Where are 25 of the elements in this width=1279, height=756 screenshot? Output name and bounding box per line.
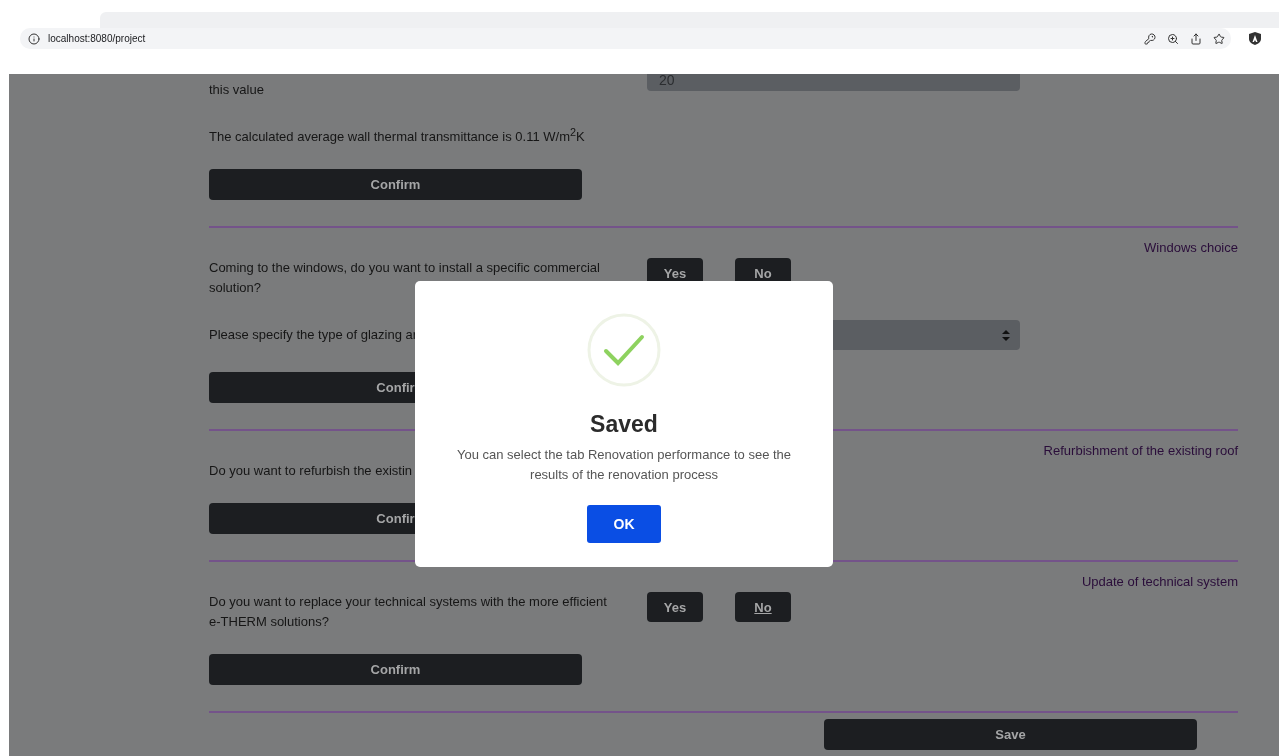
question-text: Coming to the windows, do you want to install a specific commercial solution?	[209, 259, 601, 298]
key-icon[interactable]	[1144, 32, 1156, 45]
ok-button[interactable]: OK	[587, 505, 661, 543]
info-icon[interactable]	[28, 32, 40, 45]
question-text: this value	[209, 81, 265, 99]
star-icon[interactable]	[1213, 32, 1225, 45]
dialog-title: Saved	[590, 410, 658, 439]
answer-button[interactable]: Yes	[647, 592, 703, 623]
info-text: Do you want to refurbish the existin	[209, 462, 413, 481]
confirm-button[interactable]: Confirm	[209, 169, 582, 201]
answer-button[interactable]: No	[735, 592, 791, 623]
confirm-button[interactable]: Confirm	[209, 654, 582, 686]
section-title: Refurbishment of the existing roof	[1043, 442, 1238, 461]
section-title: Windows choice	[1144, 239, 1238, 258]
zoom-icon[interactable]	[1167, 32, 1179, 45]
save-button[interactable]: Save	[824, 719, 1197, 751]
section-title: Update of technical system	[1081, 573, 1238, 592]
shield-icon[interactable]	[1249, 32, 1261, 45]
share-icon[interactable]	[1190, 32, 1202, 45]
url-text: localhost:8080/project	[48, 33, 146, 44]
question-text: Do you want to replace your technical systems with the more efficient e-THERM solutions?	[209, 593, 608, 632]
sort-icon	[1002, 329, 1010, 341]
checkmark-icon	[587, 313, 661, 387]
dialog-message: You can select the tab Renovation performance to see the results of the renovation process	[455, 446, 793, 484]
info-text: The calculated average wall thermal transmittance is 0.11 W/m$^{2}$K	[209, 125, 585, 147]
